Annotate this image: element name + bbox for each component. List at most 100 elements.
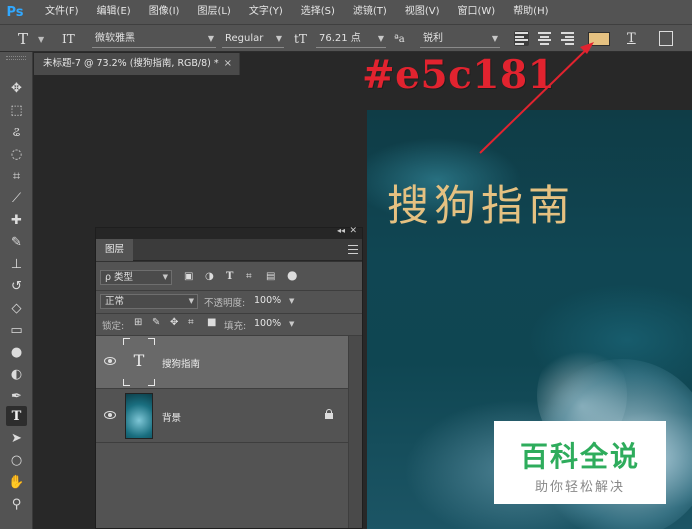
menu-select[interactable]: 选择(S) — [292, 0, 344, 24]
menu-view[interactable]: 视图(V) — [396, 0, 449, 24]
menu-bar: Ps 文件(F) 编辑(E) 图像(I) 图层(L) 文字(Y) 选择(S) 滤… — [0, 0, 692, 24]
tab-layers[interactable]: 图层 — [96, 239, 134, 261]
font-family-value: 微软雅黑 — [95, 33, 135, 44]
document-tab[interactable]: 未标题-7 @ 73.2% (搜狗指南, RGB/8) * × — [34, 53, 240, 75]
dodge-tool-icon[interactable]: ◐ — [6, 364, 27, 384]
gradient-tool-icon[interactable]: ▭ — [6, 320, 27, 340]
chevron-down-icon: ▼ — [275, 34, 282, 43]
type-tool-icon[interactable]: T — [6, 406, 27, 426]
move-tool-icon[interactable]: ✥ — [6, 78, 27, 98]
type-icon: T — [133, 351, 145, 370]
shape-filter-icon[interactable]: ⌗ — [246, 271, 252, 282]
adjustment-filter-icon[interactable]: ◑ — [205, 271, 214, 282]
smart-object-filter-icon[interactable]: ▤ — [266, 271, 275, 282]
divider — [96, 313, 362, 314]
blend-mode-value: 正常 — [105, 296, 125, 307]
layer-filter-select[interactable]: ρ 类型 ▼ — [100, 270, 172, 285]
chevron-down-icon: ▼ — [188, 297, 194, 305]
layer-row-text[interactable]: T 搜狗指南 — [96, 336, 348, 389]
layers-panel-header: 图层 — [96, 239, 362, 261]
blur-tool-icon[interactable]: ● — [6, 342, 27, 362]
annotation-arrow-icon — [479, 42, 594, 154]
watermark: 百科全说 助你轻松解决 — [494, 421, 666, 504]
chevron-down-icon: ▼ — [377, 34, 384, 43]
lock-label: 锁定: — [102, 321, 125, 332]
antialias-value: 锐利 — [423, 33, 443, 44]
warp-text-icon[interactable]: T — [627, 31, 636, 46]
chevron-down-icon: ▼ — [207, 34, 214, 43]
eraser-tool-icon[interactable]: ◇ — [6, 298, 27, 318]
document-tab-title: 未标题-7 @ 73.2% (搜狗指南, RGB/8) * — [43, 58, 219, 69]
blend-mode-select[interactable]: 正常 ▼ — [100, 294, 198, 309]
collapse-panel-icon[interactable]: ◂◂ — [337, 226, 345, 235]
shape-tool-icon[interactable]: ○ — [6, 450, 27, 470]
font-size-value: 76.21 点 — [319, 33, 361, 44]
menu-window[interactable]: 窗口(W) — [448, 0, 504, 24]
crop-tool-icon[interactable]: ⌗ — [6, 166, 27, 186]
layer-row-background[interactable]: 背景 — [96, 390, 348, 443]
font-style-value: Regular — [225, 33, 264, 44]
quick-select-tool-icon[interactable]: ◌ — [6, 144, 27, 164]
panel-grip[interactable] — [6, 56, 26, 60]
lock-icon — [325, 409, 333, 419]
photoshop-logo: Ps — [6, 4, 24, 20]
panel-titlebar[interactable]: ◂◂ ✕ — [96, 226, 362, 239]
history-brush-tool-icon[interactable]: ↺ — [6, 276, 27, 296]
opacity-value[interactable]: 100% — [254, 295, 281, 306]
antialias-icon: ªa — [394, 34, 405, 45]
watermark-subtitle: 助你轻松解决 — [534, 480, 625, 495]
menu-help[interactable]: 帮助(H) — [504, 0, 557, 24]
chevron-down-icon[interactable]: ▼ — [38, 35, 44, 44]
layers-panel-body: ρ 类型 ▼ ▣ ◑ T ⌗ ▤ ● 正常 ▼ 不透明度: 100% ▼ 锁定:… — [96, 262, 362, 528]
character-panel-icon[interactable] — [659, 31, 673, 46]
hand-tool-icon[interactable]: ✋ — [6, 472, 27, 492]
image-filter-icon[interactable]: ▣ — [184, 271, 193, 282]
layer-filter-value: ρ 类型 — [105, 272, 134, 283]
brush-tool-icon[interactable]: ✎ — [6, 232, 27, 252]
lock-artboard-icon[interactable]: ⌗ — [188, 317, 194, 328]
lock-transparent-icon[interactable]: ⊞ — [134, 317, 142, 328]
opacity-slider-toggle[interactable]: ▼ — [289, 297, 294, 305]
layer-name[interactable]: 搜狗指南 — [162, 356, 200, 370]
eyedropper-tool-icon[interactable]: ⟋ — [6, 188, 27, 208]
font-size-select[interactable]: 76.21 点 ▼ — [316, 30, 386, 48]
menu-file[interactable]: 文件(F) — [36, 0, 88, 24]
type-tool-preset-icon[interactable]: T — [18, 30, 28, 48]
clone-stamp-tool-icon[interactable]: ⊥ — [6, 254, 27, 274]
menu-type[interactable]: 文字(Y) — [240, 0, 292, 24]
visibility-eye-icon[interactable] — [104, 357, 116, 365]
close-panel-icon[interactable]: ✕ — [349, 226, 357, 236]
fill-value[interactable]: 100% — [254, 318, 281, 329]
panel-menu-icon[interactable] — [348, 245, 358, 254]
healing-brush-tool-icon[interactable]: ✚ — [6, 210, 27, 230]
path-select-tool-icon[interactable]: ➤ — [6, 428, 27, 448]
menu-layer[interactable]: 图层(L) — [188, 0, 239, 24]
visibility-eye-icon[interactable] — [104, 411, 116, 419]
tools-panel: ✥ ⬚ ଌ ◌ ⌗ ⟋ ✚ ✎ ⊥ ↺ ◇ ▭ ● ◐ ✒ T ➤ ○ ✋ ⚲ — [0, 52, 33, 529]
marquee-tool-icon[interactable]: ⬚ — [6, 100, 27, 120]
watermark-title: 百科全说 — [519, 440, 640, 473]
divider — [96, 290, 362, 291]
text-orientation-icon[interactable]: IT — [62, 32, 75, 46]
menu-filter[interactable]: 滤镜(T) — [344, 0, 396, 24]
lock-position-icon[interactable]: ✥ — [170, 317, 178, 328]
zoom-tool-icon[interactable]: ⚲ — [6, 494, 27, 514]
lock-image-icon[interactable]: ✎ — [152, 317, 160, 328]
lock-all-icon[interactable]: ■ — [207, 317, 216, 328]
opacity-label: 不透明度: — [204, 298, 246, 309]
close-icon[interactable]: × — [224, 53, 232, 75]
layers-scrollbar[interactable] — [348, 336, 362, 528]
filter-toggle-icon[interactable]: ● — [287, 268, 297, 282]
font-family-select[interactable]: 微软雅黑 ▼ — [92, 30, 216, 48]
menu-edit[interactable]: 编辑(E) — [88, 0, 140, 24]
pen-tool-icon[interactable]: ✒ — [6, 386, 27, 406]
layer-name[interactable]: 背景 — [162, 410, 181, 424]
lasso-tool-icon[interactable]: ଌ — [6, 122, 27, 142]
chevron-down-icon: ▼ — [162, 273, 168, 281]
type-filter-icon[interactable]: T — [226, 271, 233, 282]
fill-label: 填充: — [224, 321, 247, 332]
menu-image[interactable]: 图像(I) — [140, 0, 189, 24]
font-style-select[interactable]: Regular ▼ — [222, 30, 284, 48]
canvas-text-layer[interactable]: 搜狗指南 — [387, 172, 575, 233]
fill-slider-toggle[interactable]: ▼ — [289, 320, 294, 328]
